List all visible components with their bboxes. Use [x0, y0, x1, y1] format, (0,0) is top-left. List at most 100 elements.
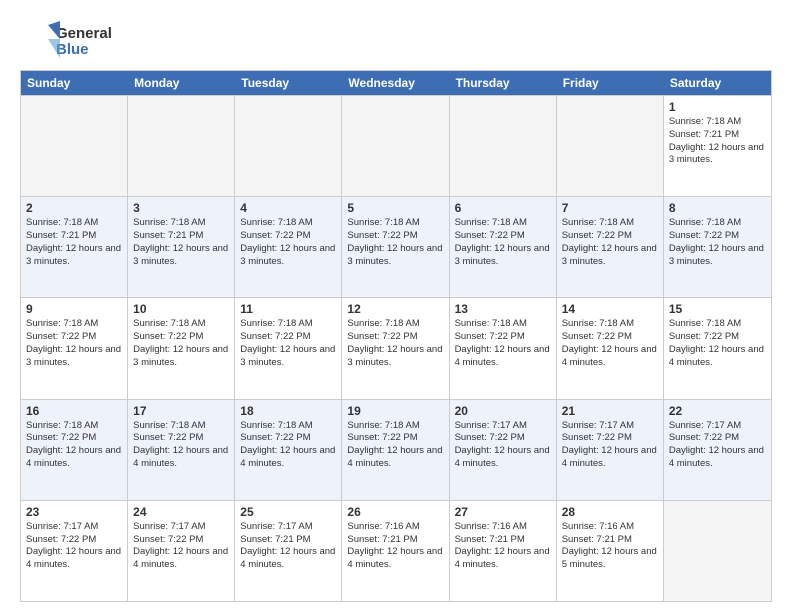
day-number: 8: [669, 201, 766, 215]
day-number: 25: [240, 505, 336, 519]
day-number: 9: [26, 302, 122, 316]
day-number: 16: [26, 404, 122, 418]
svg-text:General: General: [56, 25, 112, 42]
day-info: Sunrise: 7:18 AM Sunset: 7:21 PM Dayligh…: [669, 116, 766, 167]
day-number: 19: [347, 404, 443, 418]
day-number: 1: [669, 100, 766, 114]
day-20: 20 Sunrise: 7:17 AM Sunset: 7:22 PM Dayli…: [450, 400, 557, 500]
day-info: Sunrise: 7:18 AM Sunset: 7:22 PM Dayligh…: [562, 217, 658, 268]
week-row-3: 9 Sunrise: 7:18 AM Sunset: 7:22 PM Daylig…: [21, 297, 771, 398]
day-info: Sunrise: 7:18 AM Sunset: 7:22 PM Dayligh…: [26, 318, 122, 369]
day-info: Sunrise: 7:17 AM Sunset: 7:22 PM Dayligh…: [669, 420, 766, 471]
day-number: 27: [455, 505, 551, 519]
day-7: 7 Sunrise: 7:18 AM Sunset: 7:22 PM Daylig…: [557, 197, 664, 297]
day-5: 5 Sunrise: 7:18 AM Sunset: 7:22 PM Daylig…: [342, 197, 449, 297]
day-13: 13 Sunrise: 7:18 AM Sunset: 7:22 PM Dayli…: [450, 298, 557, 398]
day-info: Sunrise: 7:16 AM Sunset: 7:21 PM Dayligh…: [455, 521, 551, 572]
day-number: 14: [562, 302, 658, 316]
day-info: Sunrise: 7:18 AM Sunset: 7:22 PM Dayligh…: [133, 318, 229, 369]
day-10: 10 Sunrise: 7:18 AM Sunset: 7:22 PM Dayli…: [128, 298, 235, 398]
day-1: 1 Sunrise: 7:18 AM Sunset: 7:21 PM Daylig…: [664, 96, 771, 196]
day-number: 26: [347, 505, 443, 519]
day-number: 7: [562, 201, 658, 215]
calendar: SundayMondayTuesdayWednesdayThursdayFrid…: [20, 70, 772, 602]
day-6: 6 Sunrise: 7:18 AM Sunset: 7:22 PM Daylig…: [450, 197, 557, 297]
day-info: Sunrise: 7:18 AM Sunset: 7:22 PM Dayligh…: [133, 420, 229, 471]
day-info: Sunrise: 7:18 AM Sunset: 7:22 PM Dayligh…: [240, 420, 336, 471]
empty-cell-0-5: [557, 96, 664, 196]
day-number: 2: [26, 201, 122, 215]
day-number: 3: [133, 201, 229, 215]
day-23: 23 Sunrise: 7:17 AM Sunset: 7:22 PM Dayli…: [21, 501, 128, 601]
day-24: 24 Sunrise: 7:17 AM Sunset: 7:22 PM Dayli…: [128, 501, 235, 601]
day-info: Sunrise: 7:18 AM Sunset: 7:22 PM Dayligh…: [347, 217, 443, 268]
day-info: Sunrise: 7:17 AM Sunset: 7:22 PM Dayligh…: [26, 521, 122, 572]
day-info: Sunrise: 7:18 AM Sunset: 7:22 PM Dayligh…: [455, 318, 551, 369]
weekday-sunday: Sunday: [21, 71, 128, 95]
day-number: 6: [455, 201, 551, 215]
logo-svg: General Blue: [20, 20, 140, 62]
day-12: 12Sunrise: 7:18 AM Sunset: 7:22 PM Dayli…: [342, 298, 449, 398]
day-number: 23: [26, 505, 122, 519]
day-info: Sunrise: 7:18 AM Sunset: 7:22 PM Dayligh…: [240, 217, 336, 268]
page-header: General Blue: [20, 20, 772, 62]
day-info: Sunrise: 7:18 AM Sunset: 7:21 PM Dayligh…: [133, 217, 229, 268]
day-16: 16 Sunrise: 7:18 AM Sunset: 7:22 PM Dayli…: [21, 400, 128, 500]
day-22: 22 Sunrise: 7:17 AM Sunset: 7:22 PM Dayli…: [664, 400, 771, 500]
weekday-monday: Monday: [128, 71, 235, 95]
week-row-1: 1 Sunrise: 7:18 AM Sunset: 7:21 PM Daylig…: [21, 95, 771, 196]
day-17: 17 Sunrise: 7:18 AM Sunset: 7:22 PM Dayli…: [128, 400, 235, 500]
day-number: 20: [455, 404, 551, 418]
day-26: 26 Sunrise: 7:16 AM Sunset: 7:21 PM Dayli…: [342, 501, 449, 601]
day-number: 13: [455, 302, 551, 316]
empty-cell-0-1: [128, 96, 235, 196]
week-row-2: 2 Sunrise: 7:18 AM Sunset: 7:21 PM Daylig…: [21, 196, 771, 297]
day-3: 3 Sunrise: 7:18 AM Sunset: 7:21 PM Daylig…: [128, 197, 235, 297]
logo: General Blue: [20, 20, 140, 62]
day-number: 15: [669, 302, 766, 316]
day-number: 5: [347, 201, 443, 215]
day-2: 2Sunrise: 7:18 AM Sunset: 7:21 PM Daylig…: [21, 197, 128, 297]
svg-text:Blue: Blue: [56, 41, 89, 58]
weekday-friday: Friday: [557, 71, 664, 95]
day-number: 28: [562, 505, 658, 519]
day-number: 24: [133, 505, 229, 519]
day-info: Sunrise: 7:18 AM Sunset: 7:22 PM Dayligh…: [669, 318, 766, 369]
day-8: 8 Sunrise: 7:18 AM Sunset: 7:22 PM Daylig…: [664, 197, 771, 297]
empty-cell-0-0: [21, 96, 128, 196]
day-info: Sunrise: 7:18 AM Sunset: 7:22 PM Dayligh…: [240, 318, 336, 369]
day-28: 28Sunrise: 7:16 AM Sunset: 7:21 PM Dayli…: [557, 501, 664, 601]
day-info: Sunrise: 7:17 AM Sunset: 7:22 PM Dayligh…: [562, 420, 658, 471]
day-number: 17: [133, 404, 229, 418]
day-4: 4 Sunrise: 7:18 AM Sunset: 7:22 PM Daylig…: [235, 197, 342, 297]
day-info: Sunrise: 7:16 AM Sunset: 7:21 PM Dayligh…: [347, 521, 443, 572]
weekday-tuesday: Tuesday: [235, 71, 342, 95]
empty-cell-4-6: [664, 501, 771, 601]
day-info: Sunrise: 7:18 AM Sunset: 7:22 PM Dayligh…: [26, 420, 122, 471]
day-info: Sunrise: 7:17 AM Sunset: 7:22 PM Dayligh…: [455, 420, 551, 471]
empty-cell-0-4: [450, 96, 557, 196]
day-number: 21: [562, 404, 658, 418]
weekday-saturday: Saturday: [664, 71, 771, 95]
day-number: 22: [669, 404, 766, 418]
weekday-thursday: Thursday: [450, 71, 557, 95]
day-18: 18Sunrise: 7:18 AM Sunset: 7:22 PM Dayli…: [235, 400, 342, 500]
day-info: Sunrise: 7:18 AM Sunset: 7:22 PM Dayligh…: [347, 420, 443, 471]
day-info: Sunrise: 7:18 AM Sunset: 7:22 PM Dayligh…: [669, 217, 766, 268]
day-25: 25Sunrise: 7:17 AM Sunset: 7:21 PM Dayli…: [235, 501, 342, 601]
week-row-4: 16 Sunrise: 7:18 AM Sunset: 7:22 PM Dayli…: [21, 399, 771, 500]
day-number: 11: [240, 302, 336, 316]
weekday-wednesday: Wednesday: [342, 71, 449, 95]
day-number: 10: [133, 302, 229, 316]
day-number: 4: [240, 201, 336, 215]
day-19: 19 Sunrise: 7:18 AM Sunset: 7:22 PM Dayli…: [342, 400, 449, 500]
day-info: Sunrise: 7:17 AM Sunset: 7:22 PM Dayligh…: [133, 521, 229, 572]
day-27: 27 Sunrise: 7:16 AM Sunset: 7:21 PM Dayli…: [450, 501, 557, 601]
day-info: Sunrise: 7:18 AM Sunset: 7:22 PM Dayligh…: [455, 217, 551, 268]
empty-cell-0-3: [342, 96, 449, 196]
day-info: Sunrise: 7:18 AM Sunset: 7:22 PM Dayligh…: [562, 318, 658, 369]
empty-cell-0-2: [235, 96, 342, 196]
day-15: 15 Sunrise: 7:18 AM Sunset: 7:22 PM Dayli…: [664, 298, 771, 398]
calendar-header: SundayMondayTuesdayWednesdayThursdayFrid…: [21, 71, 771, 95]
calendar-body: 1 Sunrise: 7:18 AM Sunset: 7:21 PM Daylig…: [21, 95, 771, 601]
